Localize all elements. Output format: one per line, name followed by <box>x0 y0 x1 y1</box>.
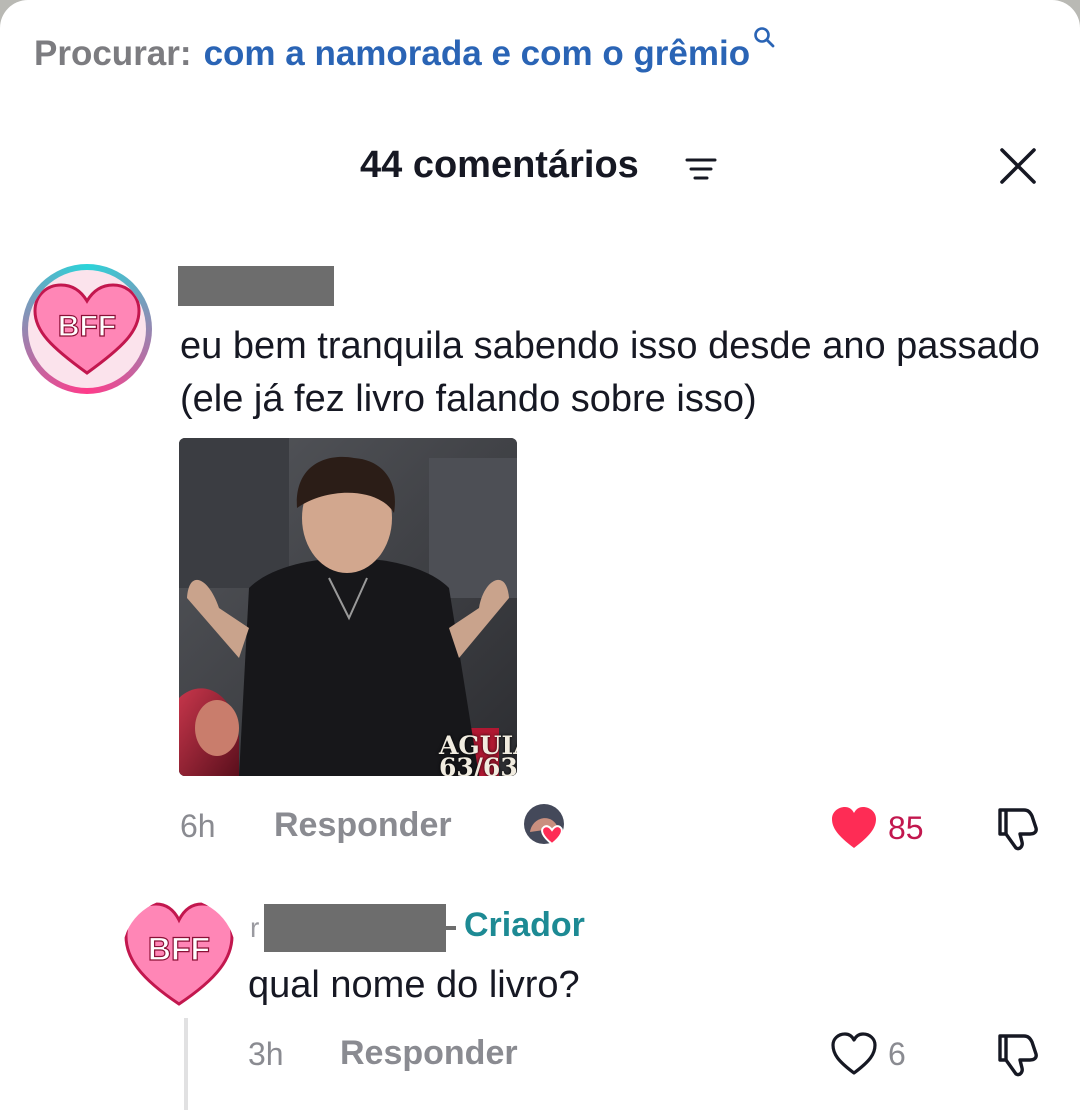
comment-text: eu bem tranquila sabendo isso desde ano … <box>180 325 1040 420</box>
creator-badge: Criador <box>464 906 585 944</box>
search-icon[interactable] <box>752 25 776 49</box>
search-prefix: Procurar: <box>34 34 192 73</box>
reply-username-redacted[interactable] <box>264 904 446 952</box>
reply-time: 3h <box>248 1036 284 1072</box>
comment-count: 44 comentários <box>360 144 639 186</box>
reply-like-count: 6 <box>888 1036 906 1072</box>
close-icon[interactable] <box>998 146 1038 186</box>
search-query-link[interactable]: com a namorada e com o grêmio <box>204 34 751 74</box>
heart-outline-icon[interactable] <box>830 1032 878 1076</box>
reply-reply-button[interactable]: Responder <box>340 1034 518 1073</box>
svg-text:BFF: BFF <box>58 310 116 343</box>
dislike-icon[interactable] <box>992 804 1040 852</box>
thread-line <box>184 1018 188 1110</box>
comments-sheet: Procurar: com a namorada e com o grêmio … <box>0 0 1080 1117</box>
bff-heart-icon: BFF <box>148 931 210 967</box>
comment-image[interactable]: AGUIAR 63/63 <box>179 438 517 776</box>
reply-button[interactable]: Responder <box>274 806 452 845</box>
bff-heart-icon: BFF <box>33 283 141 375</box>
commenter-avatar[interactable]: BFF <box>22 264 152 394</box>
commenter-username-redacted[interactable] <box>178 266 334 306</box>
image-caption: AGUIAR 63/63 <box>439 731 517 776</box>
heart-icon[interactable] <box>830 806 878 850</box>
reply-username-stub: r <box>250 912 260 943</box>
like-count: 85 <box>888 810 924 846</box>
comment-time: 6h <box>180 808 216 844</box>
comments-header: 44 comentários <box>0 140 1080 196</box>
reply-avatar[interactable]: BFF <box>122 898 236 1010</box>
search-suggestion[interactable]: Procurar: com a namorada e com o grêmio <box>34 27 776 84</box>
reply-text: qual nome do livro? <box>248 964 580 1006</box>
separator-dot <box>446 926 456 930</box>
person-photo <box>179 438 517 776</box>
sort-icon[interactable] <box>683 154 719 184</box>
creator-liked-avatar-icon <box>524 804 564 846</box>
dislike-icon[interactable] <box>992 1030 1040 1078</box>
